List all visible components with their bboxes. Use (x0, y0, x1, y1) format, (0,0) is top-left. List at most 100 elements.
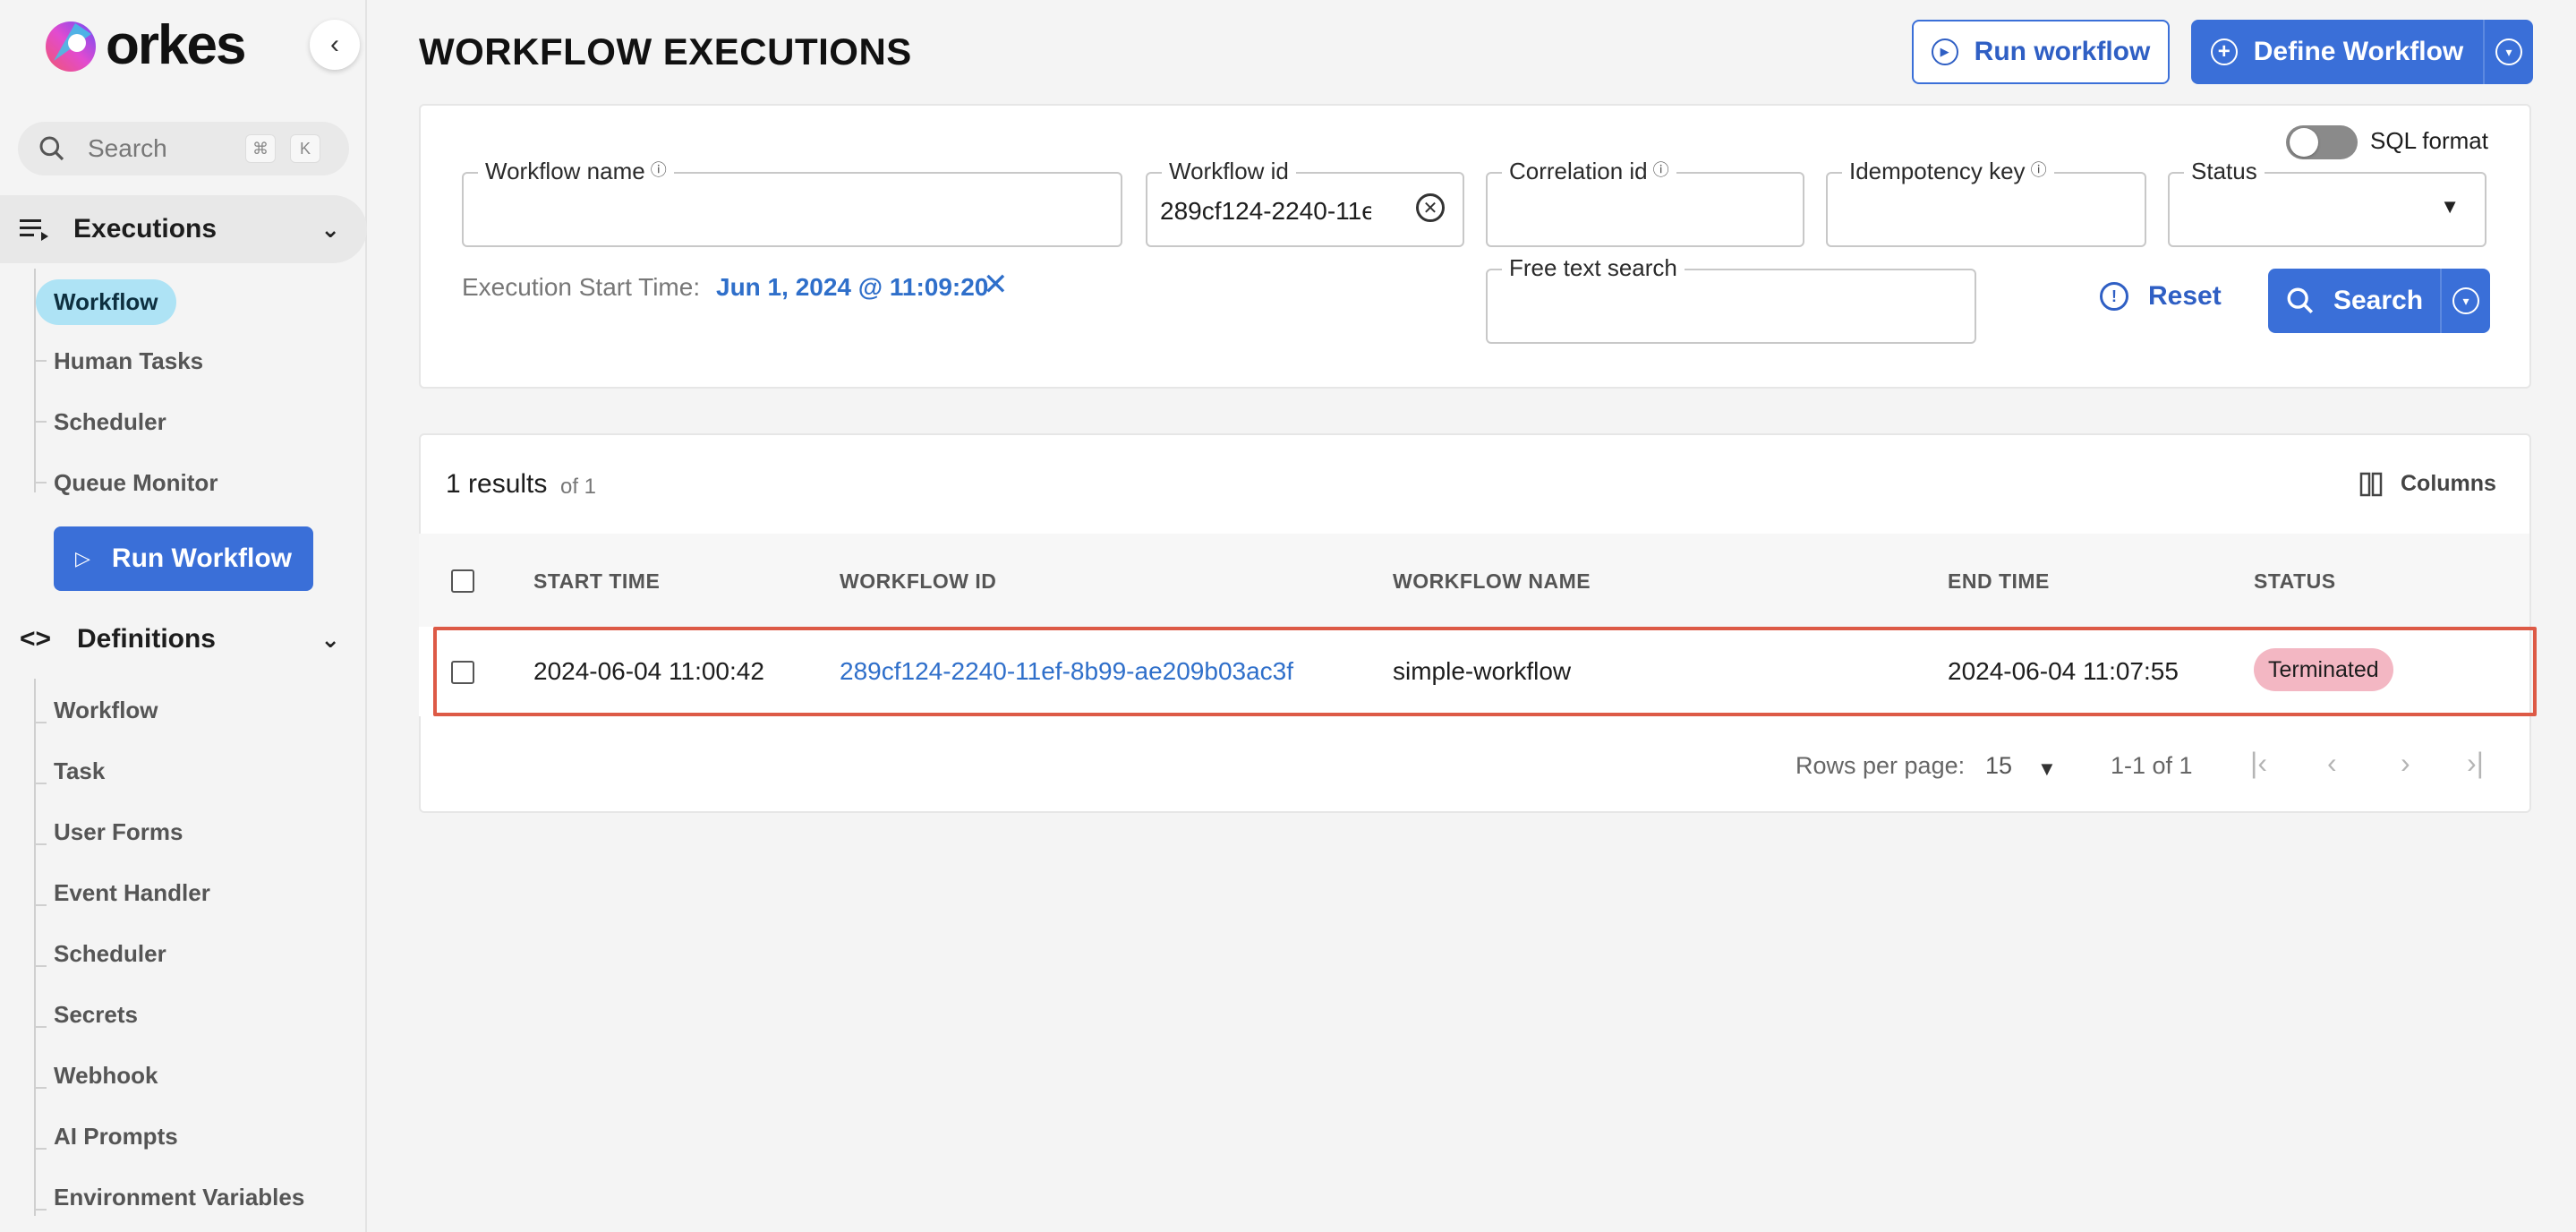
sidebar-item-ai-prompts[interactable]: AI Prompts (54, 1123, 178, 1151)
sql-format-label: SQL format (2370, 127, 2488, 154)
execution-start-time-value[interactable]: Jun 1, 2024 @ 11:09:20 (716, 273, 988, 302)
definitions-tree-line (34, 679, 36, 1216)
rows-per-page-select[interactable]: 15 (1985, 752, 2012, 780)
logo-mark-icon (41, 16, 100, 75)
table-header: START TIME WORKFLOW ID WORKFLOW NAME END… (419, 534, 2529, 627)
caret-down-icon[interactable]: ▼ (2037, 757, 2057, 781)
column-header-workflow-id[interactable]: WORKFLOW ID (840, 569, 996, 594)
chevron-down-circle-icon: ▾ (2495, 38, 2522, 65)
search-options-dropdown[interactable]: ▾ (2440, 269, 2490, 333)
pagination-range: 1-1 of 1 (2111, 752, 2193, 779)
idempotency-key-label: Idempotency key (1849, 158, 2026, 184)
plus-circle-icon: + (2210, 38, 2238, 65)
define-workflow-dropdown-toggle[interactable]: ▾ (2483, 20, 2533, 84)
idempotency-key-label-wrap: Idempotency key ⓘ (1842, 158, 2054, 185)
info-icon: ⓘ (2030, 161, 2047, 179)
define-workflow-button-group: + Define Workflow ▾ (2191, 20, 2533, 84)
chevron-down-icon: ⌄ (320, 215, 340, 243)
search-icon (39, 136, 64, 161)
sidebar-item-event-handler[interactable]: Event Handler (54, 879, 210, 907)
run-workflow-button[interactable]: ▶ Run workflow (1912, 20, 2170, 84)
chevron-left-icon: ‹ (330, 30, 339, 59)
info-icon: ⓘ (1652, 161, 1669, 179)
reset-icon: ! (2100, 282, 2128, 311)
columns-icon (2359, 472, 2383, 496)
chevron-down-circle-icon: ▾ (2452, 287, 2479, 314)
sidebar-run-workflow-label: Run Workflow (111, 543, 292, 573)
results-count: 1 results (446, 469, 548, 499)
execution-start-time-label: Execution Start Time: (462, 273, 701, 301)
sidebar-search[interactable]: Search ⌘ K (18, 122, 349, 175)
info-icon: ⓘ (650, 161, 667, 179)
sidebar-item-scheduler-definitions[interactable]: Scheduler (54, 940, 166, 968)
row-highlight-box (433, 627, 2537, 716)
k-key-hint: K (290, 134, 320, 163)
run-workflow-label: Run workflow (1974, 37, 2151, 66)
sidebar-item-user-forms[interactable]: User Forms (54, 818, 183, 846)
rows-per-page-label: Rows per page: (1796, 752, 1966, 779)
workflow-id-label: Workflow id (1162, 158, 1296, 185)
play-icon: ▷ (74, 547, 90, 569)
sql-format-toggle[interactable] (2286, 125, 2358, 159)
workflow-id-field[interactable]: Workflow id 289cf124-2240-11ef-8b99-ae20… (1146, 158, 1464, 247)
sidebar: orkes ‹ Search ⌘ K Executions ⌄ Workflow… (0, 0, 367, 1232)
workflow-id-value: 289cf124-2240-11ef-8b99-ae209b03ac3f (1160, 197, 1371, 225)
column-header-status[interactable]: STATUS (2254, 569, 2336, 594)
correlation-id-label-wrap: Correlation id ⓘ (1502, 158, 1676, 185)
brand-name: orkes (106, 14, 246, 76)
free-text-search-field[interactable]: Free text search (1486, 254, 1976, 344)
define-workflow-button[interactable]: + Define Workflow (2191, 20, 2483, 84)
select-all-checkbox[interactable] (451, 569, 474, 593)
last-page-icon[interactable]: ›| (2467, 747, 2484, 780)
collapse-sidebar-button[interactable]: ‹ (310, 20, 360, 70)
first-page-icon[interactable]: |‹ (2250, 747, 2267, 780)
sidebar-search-placeholder: Search (88, 134, 167, 162)
clear-circle-icon[interactable]: ✕ (1416, 193, 1445, 222)
free-text-search-label: Free text search (1502, 254, 1685, 282)
code-brackets-icon: <> (20, 624, 52, 654)
sidebar-item-webhook[interactable]: Webhook (54, 1062, 158, 1090)
columns-button[interactable]: Columns (2359, 471, 2496, 497)
chevron-down-icon: ⌄ (320, 625, 340, 653)
sidebar-item-human-tasks[interactable]: Human Tasks (54, 347, 203, 375)
definitions-section-toggle[interactable]: <> Definitions ⌄ (0, 605, 367, 673)
page-title: WORKFLOW EXECUTIONS (419, 30, 912, 73)
sidebar-item-secrets[interactable]: Secrets (54, 1001, 138, 1029)
sidebar-run-workflow-button[interactable]: ▷ Run Workflow (54, 526, 313, 591)
sidebar-item-scheduler-executions[interactable]: Scheduler (54, 408, 166, 436)
command-key-hint: ⌘ (245, 134, 276, 163)
previous-page-icon[interactable]: ‹ (2327, 747, 2337, 780)
results-total: of 1 (560, 475, 597, 499)
column-header-start-time[interactable]: START TIME (533, 569, 660, 594)
reset-label: Reset (2148, 281, 2222, 311)
sidebar-item-workflow-definitions[interactable]: Workflow (54, 697, 158, 724)
executions-label: Executions (73, 214, 218, 244)
sidebar-item-workflow-executions[interactable]: Workflow (36, 279, 176, 325)
correlation-id-field[interactable]: Correlation id ⓘ (1486, 158, 1804, 247)
search-button-group: Search ▾ (2268, 269, 2490, 333)
toggle-knob (2290, 128, 2318, 157)
workflow-name-field[interactable]: Workflow name ⓘ (462, 158, 1122, 247)
executions-icon (20, 219, 48, 241)
search-button[interactable]: Search (2268, 269, 2440, 333)
search-label: Search (2333, 286, 2424, 315)
sidebar-item-queue-monitor[interactable]: Queue Monitor (54, 469, 218, 497)
column-header-workflow-name[interactable]: WORKFLOW NAME (1393, 569, 1591, 594)
workflow-name-label-wrap: Workflow name ⓘ (478, 158, 674, 185)
definitions-label: Definitions (77, 624, 216, 654)
play-circle-icon: ▶ (1931, 38, 1958, 65)
column-header-end-time[interactable]: END TIME (1948, 569, 2050, 594)
sidebar-item-task[interactable]: Task (54, 757, 105, 785)
correlation-id-label: Correlation id (1509, 158, 1648, 184)
status-select[interactable]: Status ▼ (2168, 158, 2486, 247)
executions-section-toggle[interactable]: Executions ⌄ (0, 195, 367, 263)
reset-button[interactable]: ! Reset (2100, 281, 2222, 312)
workflow-name-label: Workflow name (485, 158, 645, 184)
clear-start-time-icon[interactable]: ✕ (983, 267, 1009, 303)
orkes-logo[interactable]: orkes (41, 14, 246, 76)
sidebar-item-environment-variables[interactable]: Environment Variables (54, 1184, 304, 1211)
define-workflow-label: Define Workflow (2253, 37, 2464, 66)
search-icon (2287, 287, 2314, 314)
next-page-icon[interactable]: › (2401, 747, 2410, 780)
idempotency-key-field[interactable]: Idempotency key ⓘ (1826, 158, 2146, 247)
